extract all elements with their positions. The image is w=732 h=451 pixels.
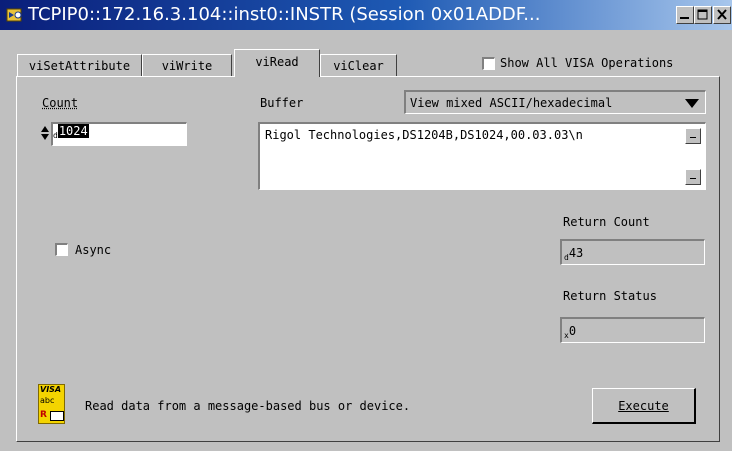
scroll-up-icon <box>690 137 696 138</box>
buffer-scroll-down-button[interactable] <box>685 169 701 185</box>
maximize-icon <box>697 9 708 20</box>
buffer-view-mode-value: View mixed ASCII/hexadecimal <box>410 96 613 110</box>
return-count-radix: d <box>564 253 569 262</box>
return-count-field: d43 <box>560 239 705 265</box>
buffer-scroll-up-button[interactable] <box>685 128 701 144</box>
maximize-button[interactable] <box>694 6 712 24</box>
execute-button[interactable]: Execute <box>592 388 696 424</box>
async-label: Async <box>75 243 112 257</box>
visa-function-icon: VISA abc R <box>38 384 65 424</box>
buffer-textarea[interactable]: Rigol Technologies,DS1204B,DS1024,00.03.… <box>258 122 706 190</box>
show-all-operations-checkbox[interactable] <box>482 57 495 70</box>
count-radix: d <box>53 131 58 140</box>
count-value: 1024 <box>57 124 89 138</box>
close-button[interactable] <box>713 6 731 24</box>
window-title: TCPIP0::172.16.3.104::inst0::INSTR (Sess… <box>28 4 541 25</box>
title-bar[interactable]: TCPIP0::172.16.3.104::inst0::INSTR (Sess… <box>0 0 732 30</box>
execute-label: Execute <box>618 399 669 413</box>
viread-panel: Count d1024 Buffer View mixed ASCII/hexa… <box>16 76 720 442</box>
scroll-down-icon <box>690 178 696 179</box>
buffer-view-mode-select[interactable]: View mixed ASCII/hexadecimal <box>404 90 706 114</box>
return-status-radix: x <box>564 331 569 340</box>
async-checkbox[interactable] <box>55 243 68 256</box>
return-count-value: 43 <box>568 246 584 260</box>
buffer-content: Rigol Technologies,DS1204B,DS1024,00.03.… <box>265 128 583 142</box>
return-status-label: Return Status <box>563 289 657 303</box>
tab-viwrite[interactable]: viWrite <box>142 54 232 77</box>
count-label: Count <box>42 96 79 110</box>
close-icon <box>717 9 727 20</box>
ni-visa-app-icon <box>6 8 22 22</box>
return-count-label: Return Count <box>563 215 650 229</box>
tab-viread[interactable]: viRead <box>234 49 320 77</box>
return-status-value: 0 <box>568 324 577 338</box>
minimize-icon <box>680 17 689 19</box>
dropdown-arrow-icon <box>685 99 699 108</box>
buffer-label: Buffer <box>260 96 304 110</box>
visa-session-window: TCPIP0::172.16.3.104::inst0::INSTR (Sess… <box>0 0 732 451</box>
count-spinner-icon[interactable] <box>41 125 49 141</box>
count-input[interactable]: d1024 <box>51 122 187 146</box>
tab-visetattribute[interactable]: viSetAttribute <box>17 54 142 77</box>
minimize-button[interactable] <box>676 6 694 24</box>
return-status-field: x0 <box>560 317 705 343</box>
show-all-operations-label: Show All VISA Operations <box>500 56 674 70</box>
tab-viclear[interactable]: viClear <box>320 54 397 77</box>
operation-description: Read data from a message-based bus or de… <box>85 399 411 413</box>
